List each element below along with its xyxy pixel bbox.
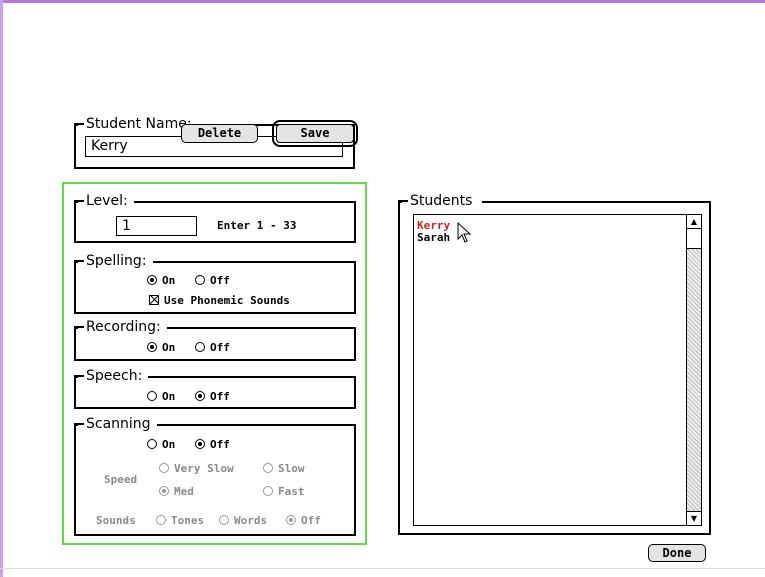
radio-selected-icon [147,342,157,352]
radio-selected-icon [147,275,157,285]
level-input[interactable]: 1 [116,216,197,236]
sounds-off-label: Off [301,514,321,527]
recording-legend: Recording: [74,317,167,337]
radio-selected-icon [195,391,205,401]
speech-on-label: On [162,390,176,403]
window-top-border [0,0,765,3]
radio-unselected-icon [159,463,169,473]
speed-label: Speed [104,473,138,486]
phonemic-sounds-checkbox[interactable]: Use Phonemic Sounds [149,294,290,308]
sounds-words-radio: Words [219,514,267,528]
speech-off-label: Off [210,390,230,403]
radio-selected-icon [286,515,296,525]
done-button[interactable]: Done [648,544,706,562]
recording-off-radio[interactable]: Off [195,341,230,355]
students-list[interactable]: Kerry Sarah ▲ ▼ [413,214,702,526]
radio-unselected-icon [156,515,166,525]
sounds-tones-radio: Tones [156,514,204,528]
scanning-off-radio[interactable]: Off [195,438,230,452]
scroll-down-arrow-icon[interactable]: ▼ [687,511,701,525]
scanning-off-label: Off [210,438,230,451]
speed-med-radio: Med [159,485,194,499]
speed-med-label: Med [174,485,194,498]
radio-unselected-icon [263,486,273,496]
sounds-label: Sounds [96,514,136,527]
radio-unselected-icon [147,439,157,449]
delete-button[interactable]: Delete [181,124,258,143]
spelling-off-radio[interactable]: Off [195,274,230,288]
mouse-pointer-icon [457,222,472,243]
window-left-border [0,0,3,577]
students-legend: Students [397,191,483,211]
radio-unselected-icon [195,342,205,352]
scroll-up-arrow-icon[interactable]: ▲ [687,215,701,229]
sounds-off-radio: Off [286,514,321,528]
radio-unselected-icon [147,391,157,401]
sounds-words-label: Words [234,514,268,527]
recording-on-label: On [162,341,176,354]
speech-on-radio[interactable]: On [147,390,175,404]
student-list-item[interactable]: Sarah [417,232,450,244]
speed-slow-label: Slow [278,462,305,475]
radio-unselected-icon [219,515,229,525]
speed-very-slow-radio: Very Slow [159,462,234,476]
radio-selected-icon [159,486,169,496]
spelling-on-radio[interactable]: On [147,274,175,288]
radio-unselected-icon [195,275,205,285]
speed-slow-radio: Slow [263,462,305,476]
speech-off-radio[interactable]: Off [195,390,230,404]
spelling-off-label: Off [210,274,230,287]
scanning-legend: Scanning [74,414,157,434]
speed-fast-radio: Fast [263,485,305,499]
speed-very-slow-label: Very Slow [174,462,234,475]
students-scrollbar[interactable]: ▲ ▼ [686,215,701,525]
level-legend: Level: [74,191,134,211]
recording-on-radio[interactable]: On [147,341,175,355]
scanning-on-label: On [162,438,176,451]
level-hint: Enter 1 - 33 [217,219,297,232]
recording-off-label: Off [210,341,230,354]
speed-fast-label: Fast [278,485,305,498]
spelling-on-label: On [162,274,176,287]
speech-legend: Speech: [73,366,149,386]
radio-unselected-icon [263,463,273,473]
save-button[interactable]: Save [272,120,358,147]
scanning-on-radio[interactable]: On [147,438,175,452]
student-name-legend: Student Name: [74,114,198,134]
checkbox-checked-icon [149,295,159,305]
window-bottom-border [0,568,765,569]
scroll-thumb[interactable] [687,229,701,249]
phonemic-sounds-label: Use Phonemic Sounds [164,294,290,307]
radio-selected-icon [195,439,205,449]
sounds-tones-label: Tones [171,514,205,527]
spelling-legend: Spelling: [74,251,153,271]
